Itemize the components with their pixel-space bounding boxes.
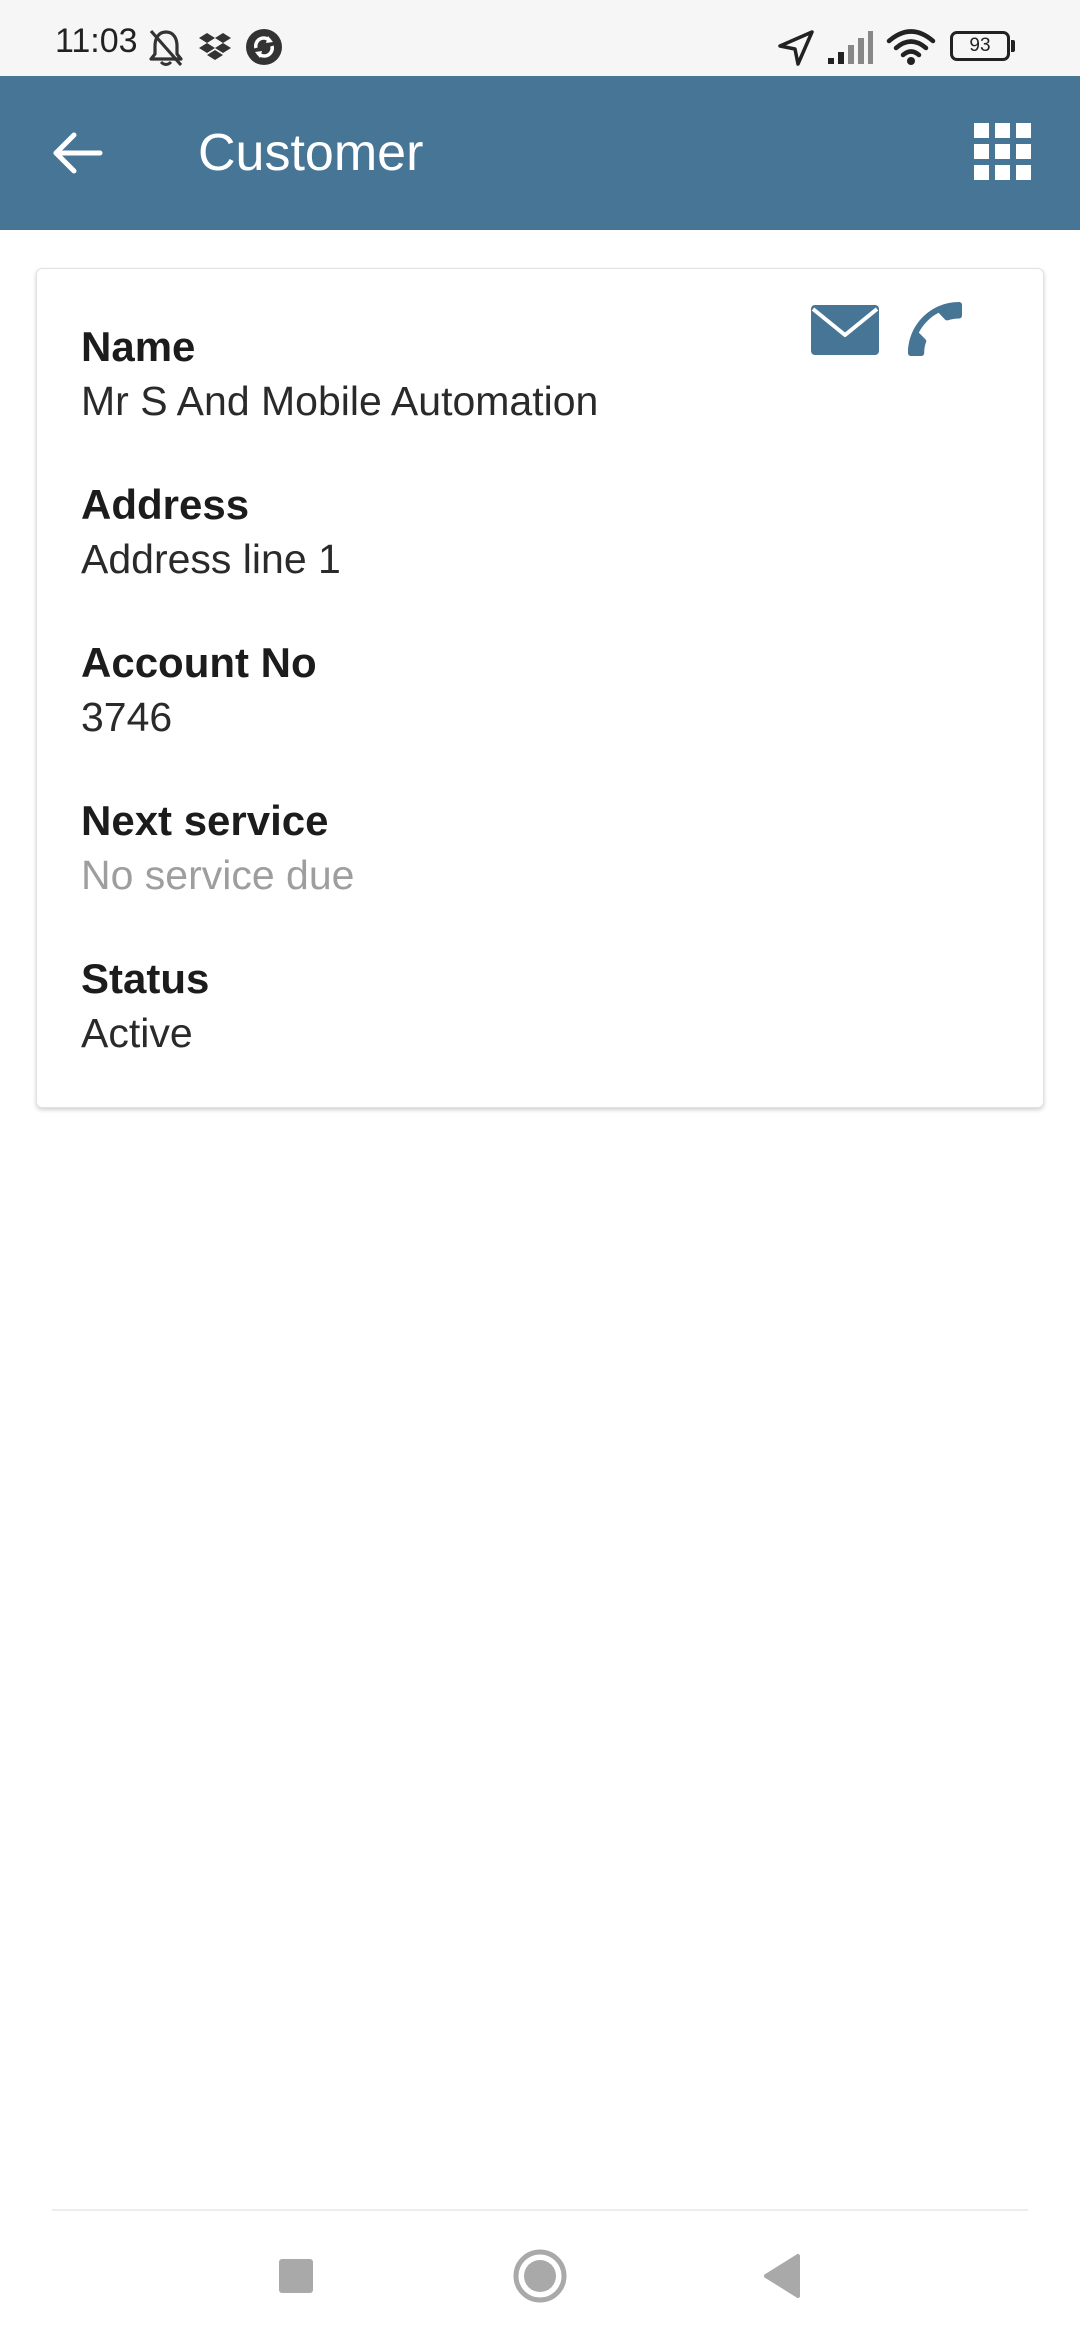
battery-level: 93 [969, 35, 991, 56]
address-value: Address line 1 [81, 536, 341, 582]
bell-off-icon [149, 29, 183, 67]
account-no-value: 3746 [81, 694, 173, 740]
apps-menu-button[interactable] [960, 113, 1046, 193]
field-name: Name Mr S And Mobile Automation [81, 321, 598, 429]
address-label: Address [81, 481, 250, 528]
email-icon [811, 305, 879, 355]
field-account-no: Account No 3746 [81, 637, 317, 745]
signal-icon [828, 31, 873, 64]
phone-button[interactable] [899, 293, 971, 365]
system-back-button[interactable] [744, 2243, 824, 2309]
field-address: Address Address line 1 [81, 479, 341, 587]
battery-tip [1011, 40, 1015, 52]
phone-icon [908, 302, 962, 356]
home-circle-icon [513, 2249, 567, 2303]
status-value: Active [81, 1010, 193, 1056]
status-bar: 11:03 93 [0, 0, 1080, 76]
email-button[interactable] [807, 299, 883, 361]
sync-app-icon [246, 29, 282, 65]
customer-card: Name Mr S And Mobile Automation Address … [36, 268, 1044, 1108]
back-button[interactable] [40, 113, 120, 193]
battery-icon: 93 [950, 31, 1010, 61]
home-button[interactable] [500, 2243, 580, 2309]
app-bar: Customer [0, 76, 1080, 230]
next-service-value: No service due [81, 852, 355, 898]
name-value: Mr S And Mobile Automation [81, 378, 599, 424]
status-label: Status [81, 955, 210, 1002]
wifi-icon [886, 29, 936, 65]
dropbox-icon [199, 33, 231, 60]
recents-square-icon [279, 2259, 313, 2293]
field-status: Status Active [81, 953, 209, 1061]
status-time: 11:03 [55, 22, 138, 60]
nav-divider [52, 2209, 1028, 2211]
account-no-label: Account No [81, 639, 317, 686]
recents-button[interactable] [256, 2243, 336, 2309]
arrow-left-icon [53, 132, 103, 174]
next-service-label: Next service [81, 797, 329, 844]
back-triangle-icon [764, 2254, 800, 2298]
name-label: Name [81, 323, 196, 370]
field-next-service: Next service No service due [81, 795, 354, 903]
apps-grid-icon [974, 123, 1031, 180]
location-arrow-icon [778, 30, 814, 66]
page-title: Customer [198, 124, 424, 182]
